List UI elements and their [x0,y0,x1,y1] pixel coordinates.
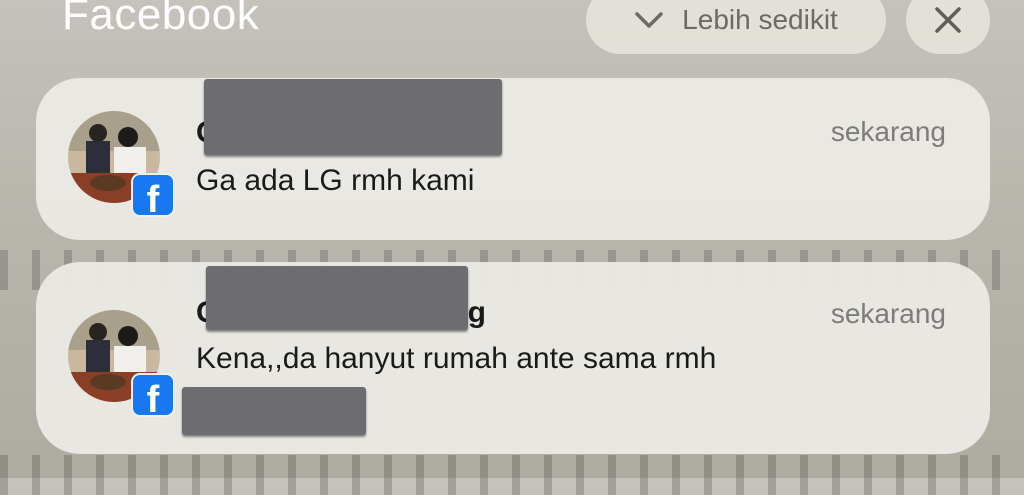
close-button[interactable] [906,0,990,54]
redacted-sender-name [204,79,502,155]
redacted-sender-name [206,266,468,330]
notification-card[interactable]: f G sekarang Ga ada LG rmh kami [36,78,990,240]
redacted-message-text [182,387,366,435]
notification-message: Kena,,da hanyut rumah ante sama rmh [196,342,717,375]
facebook-icon: f [131,173,175,217]
background-pattern [0,455,1024,495]
notification-message: Ga ada LG rmh kami [196,164,475,197]
notification-card[interactable]: f Gng sekarang Kena,,da hanyut rumah ant… [36,262,990,454]
facebook-icon: f [131,373,175,417]
notification-time: sekarang [830,116,946,147]
notification-time: sekarang [830,298,946,329]
show-less-button[interactable]: Lebih sedikit [586,0,886,54]
chevron-down-icon [635,12,663,28]
show-less-label: Lebih sedikit [682,4,838,35]
app-group-title: Facebook [62,0,260,39]
close-icon [935,7,961,33]
